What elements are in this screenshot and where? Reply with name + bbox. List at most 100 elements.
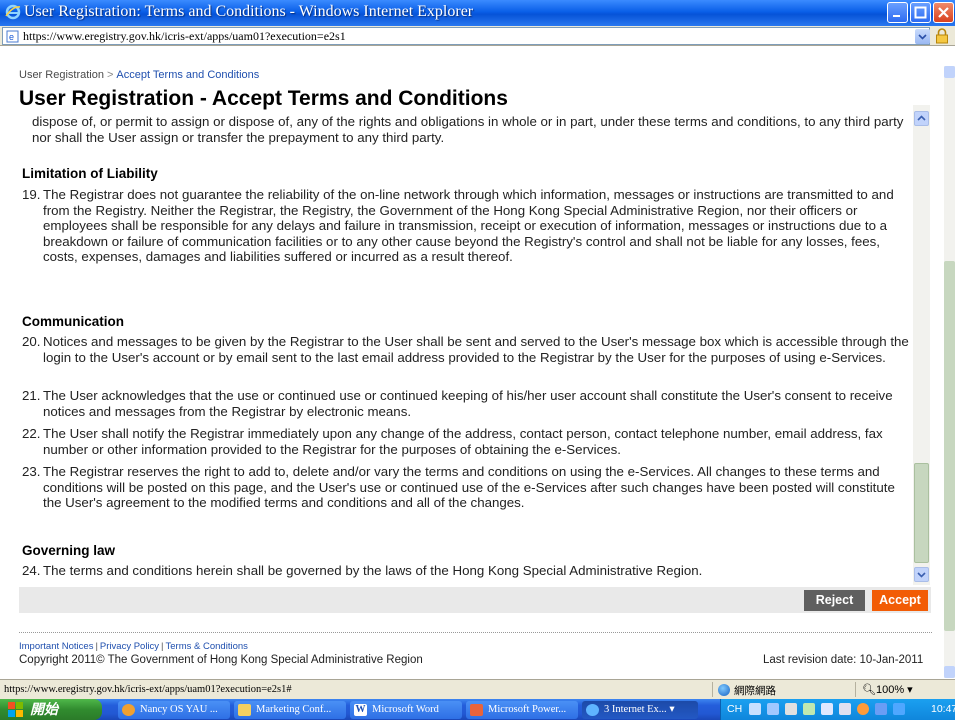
chevron-down-icon	[917, 572, 926, 578]
page-icon: e	[6, 30, 19, 43]
zoom-icon: 🔍︎	[862, 684, 876, 696]
update-icon[interactable]	[857, 703, 869, 715]
powerpoint-icon	[470, 704, 483, 716]
svg-text:e: e	[9, 32, 14, 42]
minimize-icon	[893, 15, 900, 17]
clause-number: 22.	[22, 426, 41, 441]
start-button[interactable]: 開始	[0, 699, 102, 720]
maximize-icon	[914, 6, 927, 19]
taskbar-item-powerpoint[interactable]: Microsoft Power...	[466, 701, 578, 719]
lock-icon[interactable]	[935, 28, 949, 44]
footer-divider	[19, 632, 932, 633]
breadcrumb-separator: >	[106, 69, 114, 81]
ime-icon[interactable]	[785, 703, 797, 715]
zone-label: 網際網路	[734, 685, 776, 697]
close-button[interactable]	[933, 2, 954, 23]
network-icon[interactable]	[803, 703, 815, 715]
clause-number: 24.	[22, 563, 41, 578]
page-scroll-up-button[interactable]	[944, 66, 955, 78]
system-tray: CH 10:47	[720, 699, 955, 720]
taskbar-item-internet-explorer[interactable]: 3 Internet Ex... ▾	[582, 701, 698, 719]
address-url: https://www.eregistry.gov.hk/icris-ext/a…	[23, 29, 346, 43]
footer-separator: |	[161, 641, 164, 652]
privacy-policy-link[interactable]: Privacy Policy	[100, 641, 159, 652]
breadcrumb-root[interactable]: User Registration	[19, 69, 104, 81]
internet-explorer-icon	[5, 4, 21, 20]
task-label: 3 Internet Ex...	[604, 704, 667, 715]
clause-text: The terms and conditions herein shall be…	[43, 563, 703, 578]
chevron-up-icon	[917, 115, 926, 121]
page-scroll-down-button[interactable]	[944, 666, 955, 678]
terms-cut-text: dispose of, or permit to assign or dispo…	[32, 114, 904, 145]
status-url: https://www.eregistry.gov.hk/icris-ext/a…	[4, 684, 292, 695]
address-field[interactable]: e https://www.eregistry.gov.hk/icris-ext…	[2, 27, 930, 45]
address-dropdown-button[interactable]	[915, 29, 930, 44]
internet-explorer-icon	[586, 704, 599, 716]
pen-icon[interactable]	[767, 703, 779, 715]
security-zone[interactable]: 網際網路	[718, 683, 776, 698]
task-label: Marketing Conf...	[256, 704, 332, 715]
windows-logo-icon	[8, 702, 23, 717]
task-label: Microsoft Word	[372, 704, 439, 715]
footer-links: Important Notices | Privacy Policy | Terms &…	[19, 641, 248, 652]
close-icon	[938, 7, 949, 18]
security-icon[interactable]	[875, 703, 887, 715]
zoom-value: 100%	[875, 684, 905, 696]
clause-number: 20.	[22, 334, 41, 349]
breadcrumb-current[interactable]: Accept Terms and Conditions	[116, 69, 259, 81]
section-heading-communication: Communication	[22, 314, 125, 329]
clause-text: The Registrar does not guarantee the rel…	[43, 187, 894, 265]
maximize-button[interactable]	[910, 2, 931, 23]
clause-text: The Registrar reserves the right to add …	[43, 464, 895, 511]
volume-icon[interactable]	[893, 703, 905, 715]
section-heading-liability: Limitation of Liability	[22, 166, 158, 181]
revision-date: Last revision date: 10-Jan-2011	[763, 654, 924, 666]
page-scroll-thumb[interactable]	[944, 261, 955, 631]
status-separator	[712, 682, 713, 697]
page-title: User Registration - Accept Terms and Con…	[19, 87, 508, 110]
accept-button[interactable]: Accept	[872, 590, 928, 611]
display-icon[interactable]	[821, 703, 833, 715]
outlook-icon	[122, 704, 135, 716]
window-title: User Registration: Terms and Conditions …	[24, 3, 474, 20]
scroll-thumb[interactable]	[914, 463, 929, 563]
copyright-text: Copyright 2011© The Government of Hong K…	[19, 654, 423, 666]
taskbar-item-word[interactable]: W Microsoft Word	[350, 701, 462, 719]
footer-separator: |	[95, 641, 98, 652]
task-label: Nancy OS YAU ...	[140, 704, 218, 715]
folder-icon	[238, 704, 251, 716]
clause-text: The User acknowledges that the use or co…	[43, 388, 893, 419]
language-indicator[interactable]: CH	[727, 703, 742, 715]
status-separator	[855, 682, 856, 697]
clause-number: 23.	[22, 464, 41, 479]
terms-conditions-link[interactable]: Terms & Conditions	[166, 641, 248, 652]
terms-scroll-area[interactable]: dispose of, or permit to assign or dispo…	[19, 112, 929, 584]
action-bar: Reject Accept	[19, 587, 931, 613]
status-bar: https://www.eregistry.gov.hk/icris-ext/a…	[0, 679, 955, 699]
page-content: User Registration > Accept Terms and Condi…	[10, 47, 944, 677]
window-title-bar[interactable]: User Registration: Terms and Conditions …	[0, 0, 955, 26]
clause-text: Notices and messages to be given by the …	[43, 334, 909, 365]
minimize-button[interactable]	[887, 2, 908, 23]
taskbar-item-outlook[interactable]: Nancy OS YAU ...	[118, 701, 230, 719]
chevron-down-icon	[918, 34, 927, 40]
address-bar: e https://www.eregistry.gov.hk/icris-ext…	[0, 26, 955, 46]
important-notices-link[interactable]: Important Notices	[19, 641, 93, 652]
word-icon: W	[354, 704, 367, 716]
taskbar: 開始 Nancy OS YAU ... Marketing Conf... W …	[0, 699, 955, 720]
task-label: Microsoft Power...	[488, 704, 567, 715]
keyboard-icon[interactable]	[749, 703, 761, 715]
page-scrollbar[interactable]	[944, 66, 955, 678]
clause-text: The User shall notify the Registrar imme…	[43, 426, 883, 457]
help-icon[interactable]	[839, 703, 851, 715]
reject-button[interactable]: Reject	[804, 590, 865, 611]
taskbar-item-folder[interactable]: Marketing Conf...	[234, 701, 346, 719]
terms-scrollbar[interactable]	[913, 105, 930, 585]
clause-number: 21.	[22, 388, 41, 403]
start-label: 開始	[30, 701, 58, 717]
zoom-level[interactable]: 🔍︎100% ▾	[862, 683, 913, 696]
scroll-down-button[interactable]	[914, 567, 929, 582]
scroll-up-button[interactable]	[914, 111, 929, 126]
globe-icon	[718, 684, 730, 696]
section-heading-governing-law: Governing law	[22, 543, 116, 558]
